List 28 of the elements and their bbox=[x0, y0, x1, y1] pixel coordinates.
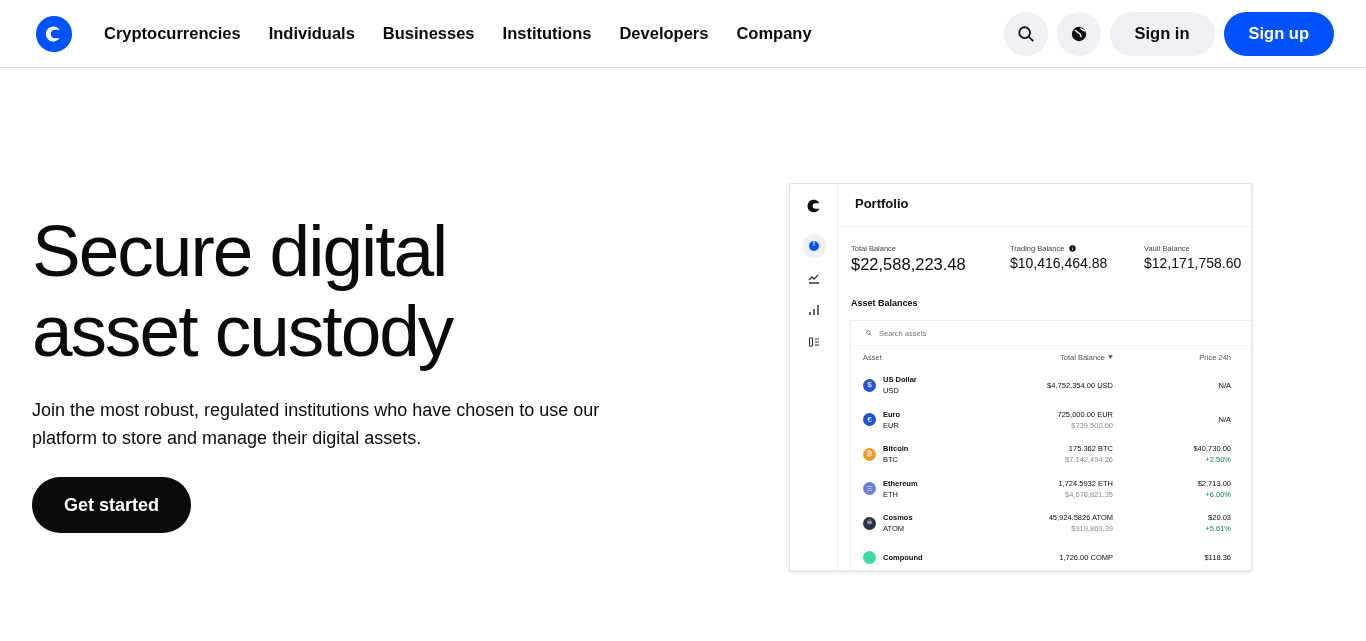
sort-caret-icon[interactable] bbox=[1108, 355, 1113, 359]
coin-icon: ₿ bbox=[863, 447, 876, 461]
pie-icon[interactable] bbox=[801, 234, 826, 258]
nav-link[interactable]: Company bbox=[736, 24, 812, 43]
section-title: Asset Balances bbox=[851, 298, 919, 308]
sign-in-button[interactable]: Sign in bbox=[1109, 11, 1215, 56]
portfolio-title: Portfolio bbox=[838, 184, 1251, 227]
search-icon bbox=[1016, 24, 1035, 43]
get-started-button[interactable]: Get started bbox=[32, 477, 192, 533]
balance-value: $12,171,758.60 bbox=[1144, 255, 1242, 271]
nav-link[interactable]: Institutions bbox=[502, 24, 592, 43]
balance-value: $10,416,464.88 bbox=[1010, 255, 1109, 271]
coin-icon: ⚛ bbox=[863, 516, 876, 530]
search-icon bbox=[866, 330, 872, 336]
hero-heading: Secure digital asset custody bbox=[32, 211, 454, 371]
nav-link[interactable]: Businesses bbox=[382, 24, 475, 43]
coin-icon: Ξ bbox=[863, 482, 876, 496]
nav-link[interactable]: Developers bbox=[619, 24, 709, 43]
nav-link[interactable]: Individuals bbox=[268, 24, 355, 43]
globe-icon bbox=[1069, 24, 1088, 43]
nav-link[interactable]: Cryptocurrencies bbox=[104, 24, 241, 43]
info-icon[interactable] bbox=[1069, 245, 1077, 252]
coin-icon: $ bbox=[863, 378, 876, 392]
hero-subtitle: Join the most robust, regulated institutions who have chosen to use our platform to store and manage their digital assets. bbox=[32, 399, 601, 450]
sign-up-button[interactable]: Sign up bbox=[1223, 11, 1334, 56]
balance-value: $22,588,223.48 bbox=[851, 255, 967, 274]
coin-icon: € bbox=[863, 413, 876, 427]
logo-icon[interactable] bbox=[35, 14, 73, 53]
